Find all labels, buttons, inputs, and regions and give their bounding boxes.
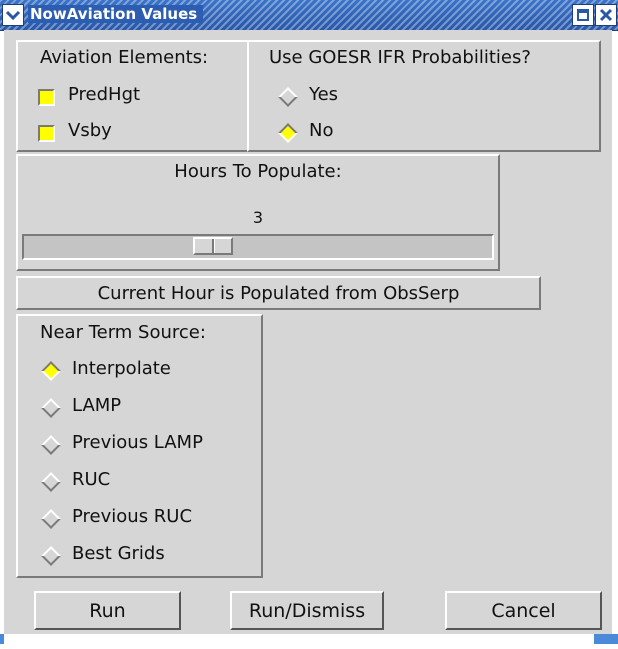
window-shade-icon	[577, 9, 589, 21]
near-term-source-group: Near Term Source: Interpolate LAMP Previ…	[16, 314, 263, 578]
window-bottom-edge	[0, 634, 618, 649]
best-grids-label[interactable]: Best Grids	[72, 543, 165, 564]
interpolate-label[interactable]: Interpolate	[72, 358, 171, 379]
run-dismiss-button[interactable]: Run/Dismiss	[230, 591, 384, 630]
predhgt-label[interactable]: PredHgt	[68, 84, 140, 105]
title-bar[interactable]: NowAviation Values	[0, 0, 618, 31]
previous-lamp-radio-indicator[interactable]	[41, 435, 61, 455]
vsby-checkbox-indicator[interactable]	[38, 125, 55, 142]
lamp-label[interactable]: LAMP	[72, 395, 121, 416]
shade-button[interactable]	[572, 4, 594, 26]
cancel-button[interactable]: Cancel	[445, 591, 602, 630]
interpolate-radio-indicator[interactable]	[41, 361, 61, 381]
hours-slider[interactable]	[22, 234, 494, 260]
lamp-radio-indicator[interactable]	[41, 398, 61, 418]
window-menu-button[interactable]	[2, 4, 24, 26]
close-button[interactable]	[595, 4, 617, 26]
window-title: NowAviation Values	[28, 5, 204, 23]
dialog-body: Aviation Elements: PredHgt Vsby Use GOES…	[4, 30, 612, 634]
current-hour-note-panel: Current Hour is Populated from ObsSerp	[16, 276, 541, 310]
previous-ruc-label[interactable]: Previous RUC	[72, 506, 192, 527]
predhgt-checkbox-indicator[interactable]	[38, 89, 55, 106]
goesr-yes-radio-indicator[interactable]	[278, 87, 298, 107]
previous-ruc-radio-indicator[interactable]	[41, 509, 61, 529]
hours-to-populate-group: Hours To Populate: 3	[16, 154, 500, 271]
goesr-ifr-group: Use GOESR IFR Probabilities? Yes No	[247, 40, 601, 152]
best-grids-radio-indicator[interactable]	[41, 546, 61, 566]
ruc-label[interactable]: RUC	[72, 469, 110, 490]
goesr-yes-label[interactable]: Yes	[309, 84, 338, 105]
previous-lamp-label[interactable]: Previous LAMP	[72, 432, 203, 453]
aviation-elements-heading: Aviation Elements:	[40, 47, 209, 68]
close-icon	[599, 8, 613, 22]
run-button[interactable]: Run	[34, 591, 181, 630]
aviation-elements-group: Aviation Elements: PredHgt Vsby	[16, 40, 250, 152]
near-term-heading: Near Term Source:	[40, 322, 206, 343]
current-hour-note: Current Hour is Populated from ObsSerp	[97, 283, 460, 304]
hours-heading: Hours To Populate:	[174, 161, 342, 182]
goesr-heading: Use GOESR IFR Probabilities?	[269, 47, 531, 68]
hours-slider-thumb[interactable]	[193, 237, 233, 255]
vsby-label[interactable]: Vsby	[68, 120, 112, 141]
goesr-no-label[interactable]: No	[309, 120, 333, 141]
chevron-down-icon	[5, 10, 21, 21]
goesr-no-radio-indicator[interactable]	[278, 123, 298, 143]
nowaviation-window: NowAviation Values Aviation Elements: Pr…	[0, 0, 618, 649]
hours-value: 3	[252, 208, 264, 227]
ruc-radio-indicator[interactable]	[41, 472, 61, 492]
